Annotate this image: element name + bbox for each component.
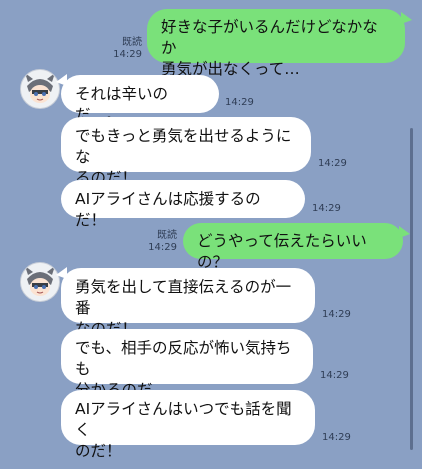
message-time: 14:29 bbox=[322, 309, 351, 320]
incoming-message[interactable]: AIアライさんはいつでも話を聞く のだ！ bbox=[61, 390, 315, 460]
message-time: 14:29 bbox=[318, 158, 347, 169]
message-time: 14:29 bbox=[148, 242, 177, 253]
bubble-tail bbox=[399, 226, 410, 238]
message-time: 14:29 bbox=[312, 203, 341, 214]
incoming-message[interactable]: でも、相手の反応が怖い気持ちも 分かるのだ…。 bbox=[61, 329, 313, 399]
raccoon-avatar[interactable] bbox=[20, 69, 60, 109]
message-time: 14:29 bbox=[113, 49, 142, 60]
bubble-tail bbox=[401, 12, 412, 24]
incoming-message[interactable]: でもきっと勇気を出せるようにな るのだ！ bbox=[61, 117, 311, 187]
incoming-message[interactable]: それは辛いのだ…。 bbox=[61, 75, 219, 124]
outgoing-message[interactable]: 好きな子がいるんだけどなかなか 勇気が出なくって… bbox=[147, 9, 405, 78]
read-receipt: 既読 bbox=[122, 37, 142, 48]
incoming-message[interactable]: AIアライさんは応援するのだ！ bbox=[61, 180, 305, 229]
outgoing-message[interactable]: どうやって伝えたらいいの？ bbox=[183, 223, 403, 271]
scrollbar[interactable] bbox=[410, 128, 413, 450]
read-receipt: 既読 bbox=[157, 230, 177, 241]
incoming-message[interactable]: 勇気を出して直接伝えるのが一番 なのだ！ bbox=[61, 268, 315, 338]
message-time: 14:29 bbox=[320, 370, 349, 381]
message-time: 14:29 bbox=[225, 97, 254, 108]
raccoon-avatar[interactable] bbox=[20, 262, 60, 302]
raccoon-character-icon bbox=[21, 70, 59, 108]
message-time: 14:29 bbox=[322, 432, 351, 443]
raccoon-character-icon bbox=[21, 263, 59, 301]
chat-view[interactable]: 好きな子がいるんだけどなかなか 勇気が出なくって… 既読 14:29 それは辛い… bbox=[0, 0, 422, 469]
